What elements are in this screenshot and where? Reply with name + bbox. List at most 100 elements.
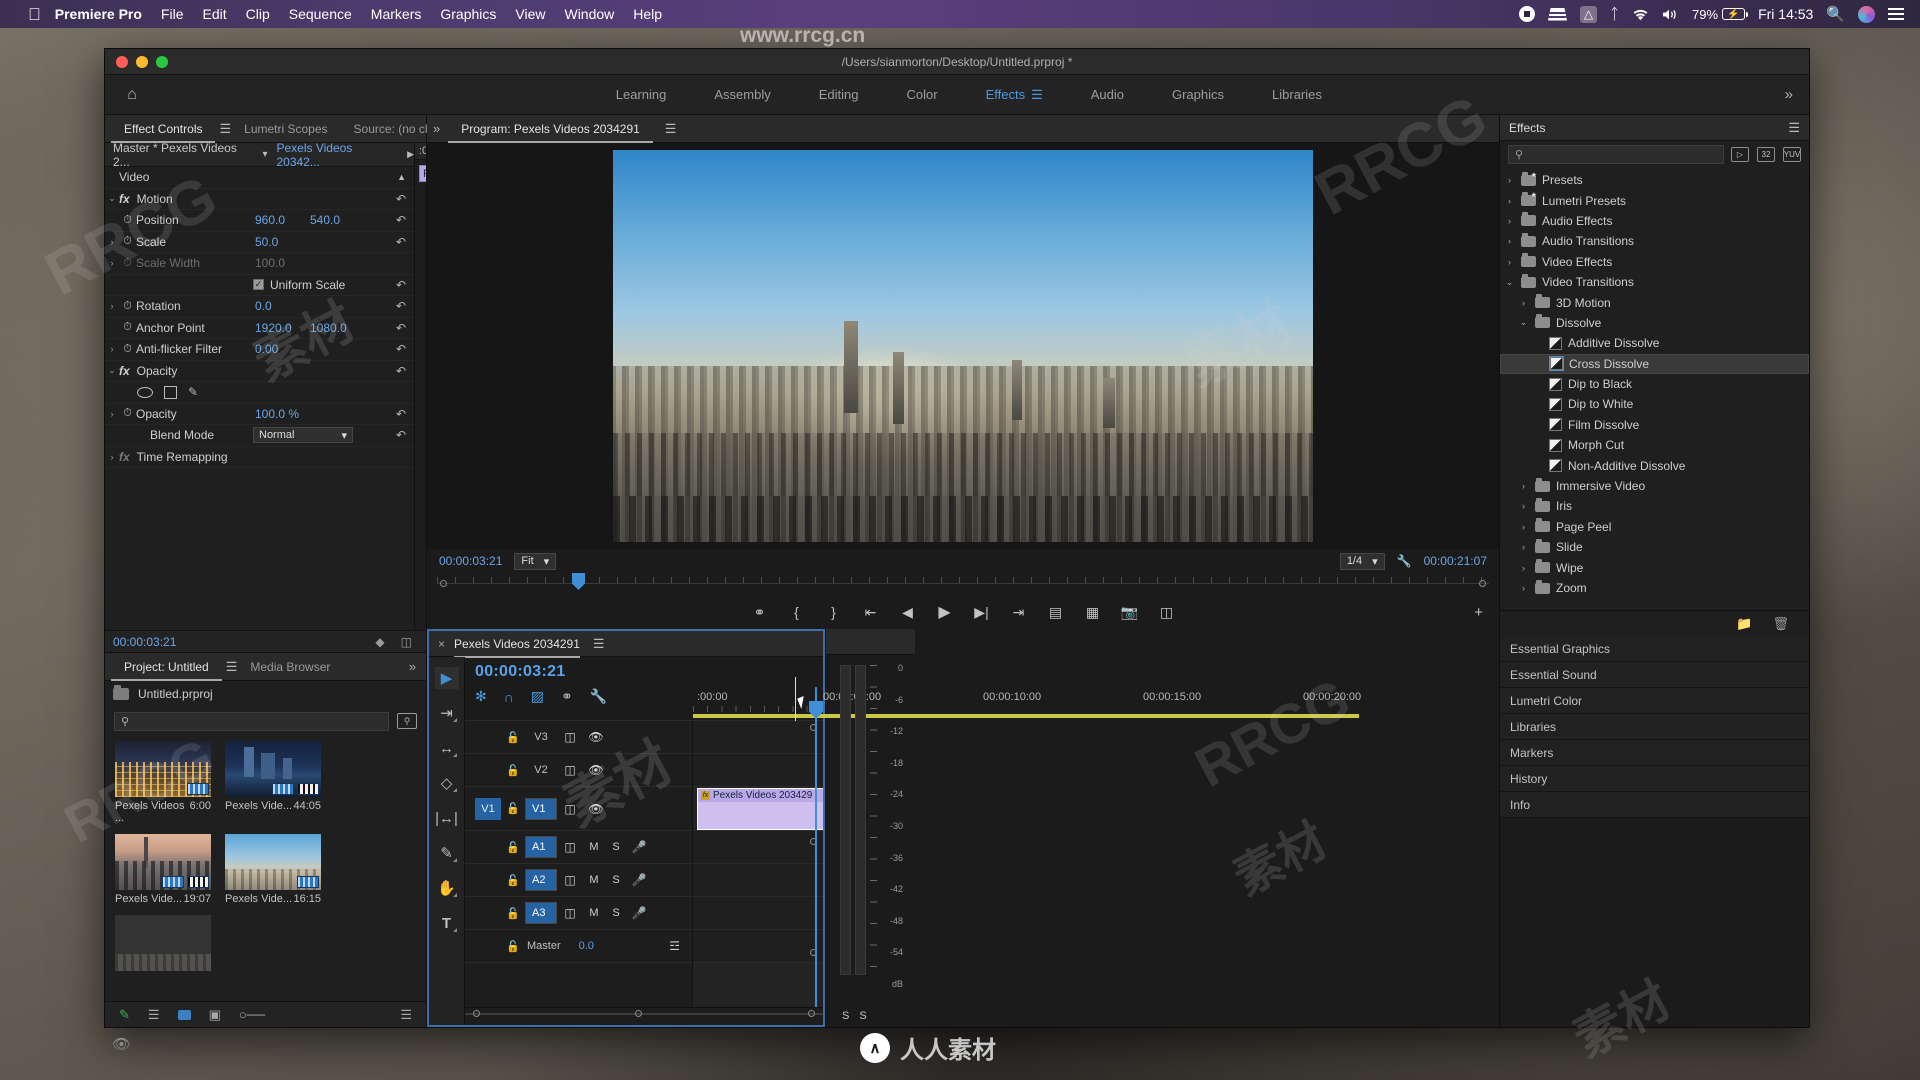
project-search-input[interactable]: ⚲ xyxy=(114,711,389,731)
lock-icon[interactable]: 🔓 xyxy=(501,764,525,777)
menu-item-graphics[interactable]: Graphics xyxy=(440,6,496,22)
source-patch-v1[interactable]: V1 xyxy=(475,797,501,820)
program-resolution-dropdown[interactable]: 1/4 ▾ xyxy=(1339,552,1385,570)
ec-timeline-clip[interactable]: Pexels Videos 20342... xyxy=(419,165,426,182)
effects-tree-item[interactable]: Morph Cut xyxy=(1500,435,1809,455)
timeline-playhead-timecode[interactable]: 00:00:03:21 xyxy=(475,663,693,681)
collapse-icon[interactable]: ▲ xyxy=(397,172,406,182)
pan-balance-icon[interactable]: ☲ xyxy=(669,939,680,953)
reset-icon[interactable]: ↶ xyxy=(396,235,406,249)
window-traffic-lights[interactable] xyxy=(105,55,168,68)
effects-tree-item[interactable]: › 3D Motion xyxy=(1500,292,1809,312)
add-marker-icon[interactable]: ⚭ xyxy=(561,688,573,705)
lift-icon[interactable]: ▤ xyxy=(1047,604,1064,621)
new-custom-bin-icon[interactable]: 📁 xyxy=(1736,616,1752,632)
zoom-slider-icon[interactable]: ○── xyxy=(239,1007,265,1022)
battery-icon[interactable]: 79% ⚡ xyxy=(1692,7,1749,22)
chevron-down-icon[interactable]: ▾ xyxy=(262,149,267,160)
siri-icon[interactable] xyxy=(1858,5,1875,23)
collapsed-panel-libraries[interactable]: Libraries xyxy=(1500,714,1809,740)
workspace-tab-color[interactable]: Color xyxy=(906,87,937,102)
project-menu-icon[interactable]: ☰ xyxy=(226,659,238,675)
program-overflow-icon[interactable]: » xyxy=(433,121,440,136)
project-file-row[interactable]: Untitled.prproj xyxy=(105,681,426,707)
sync-lock-icon[interactable]: ◫ xyxy=(557,873,583,887)
bluetooth-icon[interactable]: ᛏ xyxy=(1610,6,1619,23)
ec-param-motion[interactable]: ⌄ fx Motion ↶ xyxy=(105,189,414,210)
effects-tree-item[interactable]: › Video Effects xyxy=(1500,252,1809,272)
accelerated-effect-icon[interactable]: ▷ xyxy=(1731,146,1749,162)
mark-out-icon[interactable]: } xyxy=(825,604,842,621)
workspace-tab-graphics[interactable]: Graphics xyxy=(1172,87,1224,102)
scrollbar-right-handle[interactable] xyxy=(808,1010,815,1017)
chevron-right-icon[interactable]: › xyxy=(1504,257,1515,267)
scrollbar-thumb-handle[interactable] xyxy=(635,1010,642,1017)
reset-icon[interactable]: ↶ xyxy=(396,278,406,292)
list-view-icon[interactable]: ☰ xyxy=(148,1007,160,1023)
mute-button[interactable]: M xyxy=(583,907,605,919)
wifi-icon[interactable] xyxy=(1632,8,1649,21)
workspace-tab-editing[interactable]: Editing xyxy=(819,87,859,102)
effects-tree[interactable]: › Presets › Lumetri Presets › Audio Effects › A… xyxy=(1500,167,1809,610)
effects-tree-item[interactable]: Film Dissolve xyxy=(1500,415,1809,435)
sync-lock-icon[interactable]: ◫ xyxy=(557,840,583,854)
add-marker-icon[interactable]: ⚭ xyxy=(751,604,768,621)
effects-tree-item[interactable]: ⌄ Dissolve xyxy=(1500,313,1809,333)
tab-program-monitor[interactable]: Program: Pexels Videos 2034291 xyxy=(448,115,653,143)
track-header-v3[interactable]: 🔓 V3 ◫ 👁 xyxy=(465,721,692,754)
lock-icon[interactable]: 🔓 xyxy=(501,841,525,854)
rate-stretch-tool[interactable]: |↔| xyxy=(435,807,459,829)
collapsed-panel-lumetri-color[interactable]: Lumetri Color xyxy=(1500,688,1809,714)
voice-record-icon[interactable]: 🎤 xyxy=(627,840,651,854)
mute-button[interactable]: M xyxy=(583,874,605,886)
ec-timeline-ruler[interactable]: :00:00 xyxy=(415,143,426,160)
stopwatch-icon[interactable]: ⏱ xyxy=(119,321,136,334)
effects-tree-item[interactable]: › Audio Transitions xyxy=(1500,231,1809,251)
new-item-pen-icon[interactable]: ✎ xyxy=(119,1007,130,1023)
ec-master-label[interactable]: Master * Pexels Videos 2... xyxy=(105,143,253,169)
menu-item-help[interactable]: Help xyxy=(633,6,662,22)
program-fit-dropdown[interactable]: Fit ▾ xyxy=(514,552,557,570)
menu-item-sequence[interactable]: Sequence xyxy=(289,6,352,22)
reset-icon[interactable]: ↶ xyxy=(396,364,406,378)
step-back-icon[interactable]: ◀ xyxy=(899,604,916,621)
ec-param-blend-mode[interactable]: Blend Mode Normal ▾ ↶ xyxy=(105,425,414,447)
rolling-edit-tool[interactable]: ◇ xyxy=(435,772,459,794)
track-name[interactable]: V3 xyxy=(525,731,557,743)
type-tool[interactable]: T xyxy=(435,912,459,934)
ripple-edit-tool[interactable]: ↔ xyxy=(435,737,459,759)
ec-param-opacity-group[interactable]: ⌄ fx Opacity ↶ xyxy=(105,361,414,382)
ec-keyframe-nav-icon[interactable]: ◆ xyxy=(375,635,384,649)
chevron-right-icon[interactable]: › xyxy=(1518,481,1529,491)
workspace-tab-audio[interactable]: Audio xyxy=(1091,87,1124,102)
track-name[interactable]: V2 xyxy=(525,764,557,776)
track-header-v1[interactable]: V1 🔓 V1 ◫ 👁 xyxy=(465,787,692,831)
export-frame-icon[interactable]: 📷 xyxy=(1121,604,1138,621)
ec-mask-tools[interactable]: ✎ xyxy=(105,382,414,404)
reset-icon[interactable]: ↶ xyxy=(396,342,406,356)
tab-lumetri-scopes[interactable]: Lumetri Scopes xyxy=(231,115,340,143)
effects-tree-item[interactable]: Dip to Black xyxy=(1500,374,1809,394)
play-icon[interactable]: ▶ xyxy=(936,604,953,621)
chevron-right-icon[interactable]: › xyxy=(1518,583,1529,593)
apple-menu-icon[interactable]:  xyxy=(28,6,41,23)
timeline-settings-icon[interactable]: 🔧 xyxy=(590,688,607,705)
menu-item-edit[interactable]: Edit xyxy=(202,6,226,22)
effects-tree-item[interactable]: Additive Dissolve xyxy=(1500,333,1809,353)
track-name[interactable]: A3 xyxy=(525,902,557,924)
solo-button[interactable]: S xyxy=(605,907,627,919)
step-forward-icon[interactable]: ▶| xyxy=(973,604,990,621)
collapsed-panel-essential-graphics[interactable]: Essential Graphics xyxy=(1500,636,1809,662)
volume-icon[interactable] xyxy=(1662,8,1679,21)
magnet-snap-icon[interactable]: ∩ xyxy=(504,689,514,705)
tab-project[interactable]: Project: Untitled xyxy=(111,653,222,681)
ec-zoom-icon[interactable]: ◫ xyxy=(401,635,412,649)
ec-anti-flicker-value[interactable]: 0.00 xyxy=(255,342,278,356)
track-lane-a2[interactable] xyxy=(693,864,823,897)
hand-tool[interactable]: ✋ xyxy=(435,877,459,899)
list-item[interactable]: Pexels Vide... 19:07 xyxy=(115,834,211,905)
meter-solo-left[interactable]: S xyxy=(842,1010,849,1022)
pen-tool[interactable]: ✎ xyxy=(435,842,459,864)
ec-group-video[interactable]: Video ▲ xyxy=(105,167,414,189)
find-bin-icon[interactable]: ⚲ xyxy=(397,713,417,729)
